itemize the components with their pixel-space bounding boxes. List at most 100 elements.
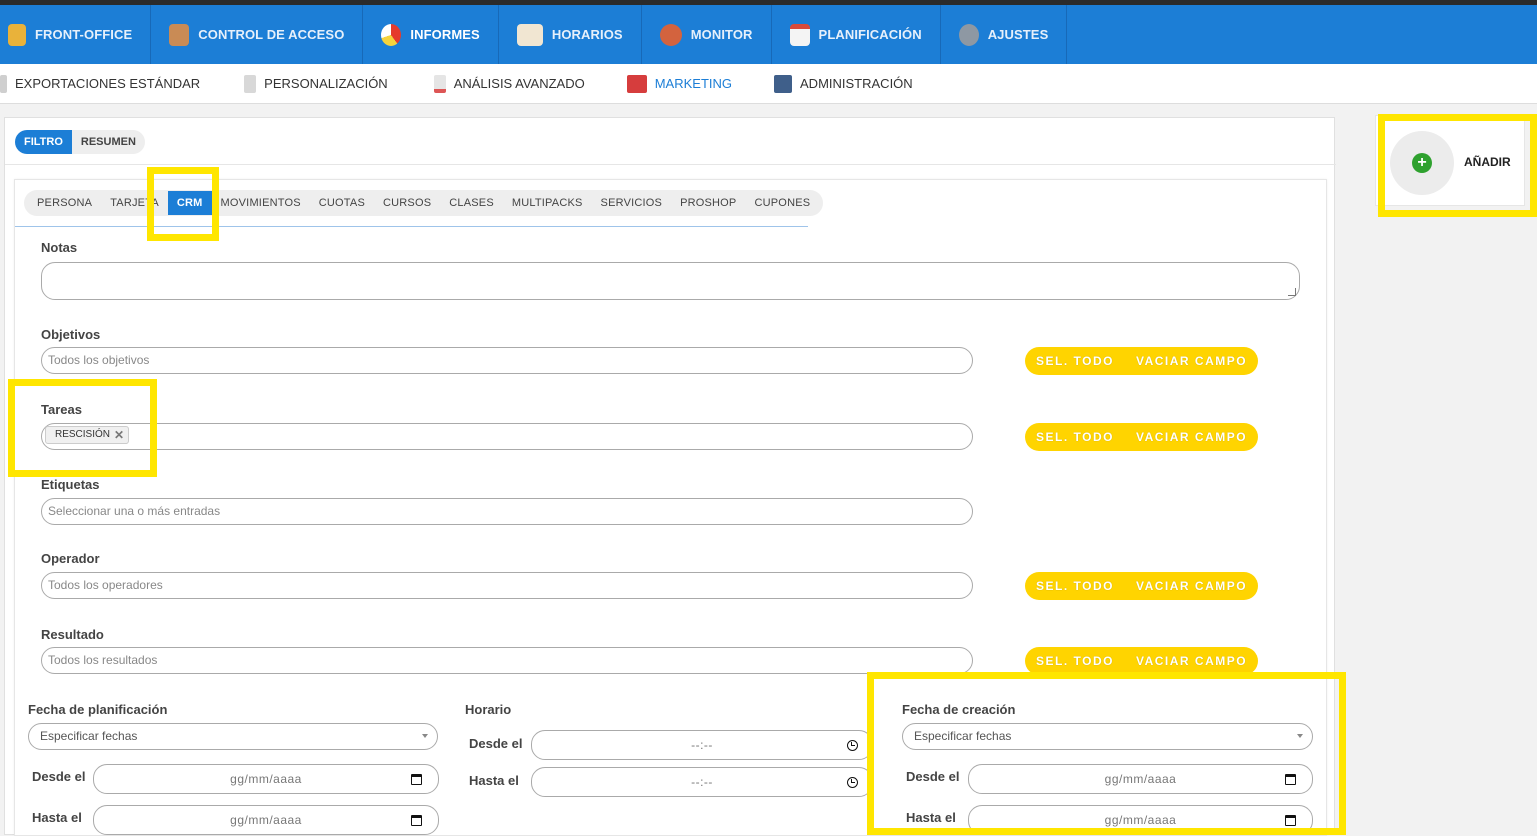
tab-multipacks[interactable]: MULTIPACKS	[503, 190, 592, 216]
sel-todo-button[interactable]: SEL. TODO	[1025, 354, 1125, 368]
hasta-label: Hasta el	[906, 810, 956, 825]
tab-crm[interactable]: CRM	[167, 191, 212, 215]
subnav-label: PERSONALIZACIÓN	[264, 76, 388, 91]
calendar-icon[interactable]	[411, 774, 422, 785]
subnav-label: ANÁLISIS AVANZADO	[453, 76, 585, 91]
nav-front-office[interactable]: FRONT-OFFICE	[0, 5, 152, 64]
resultado-actions: SEL. TODO VACIAR CAMPO	[1025, 647, 1259, 675]
gear-icon	[958, 23, 979, 46]
hasta-label: Hasta el	[469, 773, 519, 788]
time-placeholder: --:--	[691, 775, 713, 789]
notas-textarea[interactable]	[41, 262, 1300, 300]
vaciar-campo-button[interactable]: VACIAR CAMPO	[1125, 354, 1258, 368]
resultado-input[interactable]: Todos los resultados	[41, 647, 973, 674]
clock-icon[interactable]	[847, 777, 858, 788]
nav-label: INFORMES	[410, 27, 480, 42]
nav-horarios[interactable]: HORARIOS	[499, 5, 642, 64]
tareas-input[interactable]	[41, 423, 973, 450]
operador-label: Operador	[41, 551, 100, 566]
nav-label: FRONT-OFFICE	[35, 27, 133, 42]
vaciar-campo-button[interactable]: VACIAR CAMPO	[1125, 430, 1258, 444]
chip-label: RESCISIÓN	[55, 429, 111, 440]
tabs-underline	[15, 226, 808, 227]
creacion-desde-date-input[interactable]: gg/mm/aaaa	[968, 764, 1313, 794]
tab-resumen[interactable]: RESUMEN	[71, 130, 145, 154]
creacion-hasta-date-input[interactable]: gg/mm/aaaa	[968, 805, 1313, 835]
nav-label: AJUSTES	[987, 27, 1049, 42]
main-navigation: FRONT-OFFICE CONTROL DE ACCESO INFORMES …	[0, 5, 1537, 71]
fecha-creacion-select[interactable]: Especificar fechas	[902, 723, 1313, 750]
subnav-analisis-avanzado[interactable]: ANÁLISIS AVANZADO	[433, 64, 585, 104]
tab-cupones[interactable]: CUPONES	[745, 190, 819, 216]
access-icon	[169, 23, 190, 46]
select-value: Especificar fechas	[40, 729, 138, 743]
calendar-icon[interactable]	[1285, 815, 1296, 826]
divider	[5, 164, 1336, 165]
person-icon	[8, 23, 26, 46]
sel-todo-button[interactable]: SEL. TODO	[1025, 579, 1125, 593]
sub-navigation: EXPORTACIONES ESTÁNDAR PERSONALIZACIÓN A…	[0, 64, 1537, 104]
clock-icon[interactable]	[847, 740, 858, 751]
fecha-creacion-label: Fecha de creación	[902, 702, 1016, 717]
nav-control-de-acceso[interactable]: CONTROL DE ACCESO	[151, 5, 364, 64]
subnav-label: ADMINISTRACIÓN	[800, 76, 913, 91]
plan-hasta-date-input[interactable]: gg/mm/aaaa	[93, 805, 439, 835]
resize-grip-icon[interactable]	[1288, 288, 1296, 296]
hasta-label: Hasta el	[32, 810, 82, 825]
subnav-label: MARKETING	[654, 76, 733, 91]
tab-persona[interactable]: PERSONA	[28, 190, 101, 216]
top-tabs: FILTRO RESUMEN	[15, 130, 145, 154]
tab-movimientos[interactable]: MOVIMIENTOS	[212, 190, 310, 216]
category-tabs: PERSONA TARJETA CRM MOVIMIENTOS CUOTAS C…	[24, 190, 824, 216]
monitor-icon	[774, 74, 793, 93]
plus-icon: +	[1412, 153, 1432, 173]
tab-tarjeta[interactable]: TARJETA	[101, 190, 168, 216]
operador-input[interactable]: Todos los operadores	[41, 572, 973, 599]
date-placeholder: gg/mm/aaaa	[230, 772, 302, 786]
horario-desde-time-input[interactable]: --:--	[531, 730, 873, 760]
nav-ajustes[interactable]: AJUSTES	[941, 5, 1068, 64]
time-placeholder: --:--	[691, 738, 713, 752]
horario-label: Horario	[465, 702, 512, 717]
nav-monitor[interactable]: MONITOR	[642, 5, 772, 64]
etiquetas-label: Etiquetas	[41, 477, 100, 492]
subnav-exportaciones[interactable]: EXPORTACIONES ESTÁNDAR	[0, 64, 200, 104]
objetivos-input[interactable]: Todos los objetivos	[41, 347, 973, 374]
subnav-administracion[interactable]: ADMINISTRACIÓN	[774, 64, 913, 104]
etiquetas-input[interactable]: Seleccionar una o más entradas	[41, 498, 973, 525]
desde-label: Desde el	[906, 769, 960, 784]
report-icon	[433, 74, 446, 93]
sel-todo-button[interactable]: SEL. TODO	[1025, 430, 1125, 444]
operador-actions: SEL. TODO VACIAR CAMPO	[1025, 572, 1259, 600]
add-label: AÑADIR	[1464, 155, 1511, 169]
tab-proshop[interactable]: PROSHOP	[671, 190, 745, 216]
tab-cuotas[interactable]: CUOTAS	[310, 190, 374, 216]
subnav-personalizacion[interactable]: PERSONALIZACIÓN	[244, 64, 388, 104]
tab-cursos[interactable]: CURSOS	[374, 190, 440, 216]
add-button[interactable]: +	[1390, 131, 1454, 195]
tab-servicios[interactable]: SERVICIOS	[592, 190, 672, 216]
date-placeholder: gg/mm/aaaa	[230, 813, 302, 827]
vaciar-campo-button[interactable]: VACIAR CAMPO	[1125, 654, 1258, 668]
desde-label: Desde el	[32, 769, 86, 784]
date-placeholder: gg/mm/aaaa	[1104, 772, 1177, 786]
vaciar-campo-button[interactable]: VACIAR CAMPO	[1125, 579, 1258, 593]
nav-planificacion[interactable]: PLANIFICACIÓN	[772, 5, 941, 64]
calendar-icon	[789, 23, 810, 46]
plan-desde-date-input[interactable]: gg/mm/aaaa	[93, 764, 439, 794]
objetivos-actions: SEL. TODO VACIAR CAMPO	[1025, 347, 1259, 375]
calendar-icon[interactable]	[411, 815, 422, 826]
chevron-down-icon	[1297, 734, 1303, 738]
nav-informes[interactable]: INFORMES	[363, 5, 499, 71]
remove-icon[interactable]: ✕	[114, 427, 124, 443]
tab-clases[interactable]: CLASES	[440, 190, 503, 216]
subnav-marketing[interactable]: MARKETING	[626, 64, 733, 104]
filter-panel: FILTRO RESUMEN PERSONA TARJETA CRM MOVIM…	[4, 117, 1336, 836]
calendar-icon[interactable]	[1285, 774, 1296, 785]
fecha-planificacion-select[interactable]: Especificar fechas	[28, 723, 438, 750]
sel-todo-button[interactable]: SEL. TODO	[1025, 654, 1125, 668]
nav-label: MONITOR	[690, 27, 753, 42]
pie-chart-icon	[381, 23, 402, 46]
tab-filtro[interactable]: FILTRO	[15, 130, 72, 154]
horario-hasta-time-input[interactable]: --:--	[531, 767, 873, 797]
